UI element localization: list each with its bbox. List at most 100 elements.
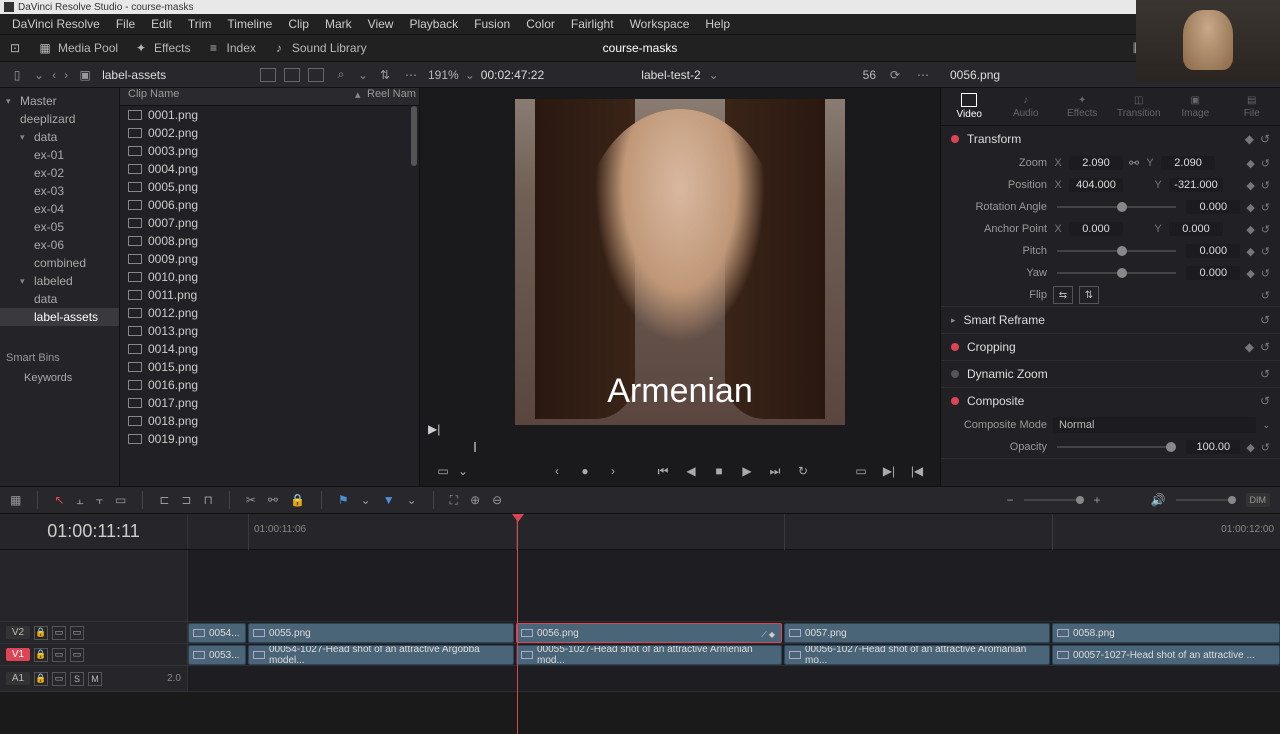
- zoom-in-icon[interactable]: +: [1094, 493, 1101, 507]
- selection-tool-icon[interactable]: ↖: [54, 493, 64, 507]
- clip-row[interactable]: 0006.png: [120, 196, 419, 214]
- nav-back-icon[interactable]: ‹: [52, 68, 56, 82]
- timeline-chevron-icon[interactable]: ⌄: [709, 68, 719, 82]
- blade-icon[interactable]: ✂: [246, 493, 256, 507]
- step-back2-icon[interactable]: |◀: [908, 462, 926, 480]
- lock-track-icon[interactable]: 🔒: [34, 672, 48, 686]
- crop-chevron-icon[interactable]: ⌄: [458, 464, 468, 478]
- disable-track-icon[interactable]: ▭: [70, 626, 84, 640]
- effects-button[interactable]: Effects: [154, 41, 190, 55]
- pos-y-input[interactable]: -321.000: [1169, 178, 1223, 192]
- chevron-down-icon[interactable]: ⌄: [34, 68, 44, 82]
- clip-row[interactable]: 0015.png: [120, 358, 419, 376]
- clip-row[interactable]: 0011.png: [120, 286, 419, 304]
- clip-row[interactable]: 0013.png: [120, 322, 419, 340]
- lock-track-icon[interactable]: 🔒: [34, 648, 48, 662]
- yaw-input[interactable]: 0.000: [1186, 266, 1240, 280]
- rotation-input[interactable]: 0.000: [1186, 200, 1240, 214]
- zoom-fit-icon[interactable]: ⛶: [450, 493, 458, 508]
- clip-row[interactable]: 0007.png: [120, 214, 419, 232]
- menu-file[interactable]: File: [108, 17, 143, 31]
- smart-bins-keywords[interactable]: Keywords: [6, 368, 113, 384]
- track-header-v1[interactable]: V1 🔒 ▭ ▭: [0, 644, 187, 666]
- pos-x-input[interactable]: 404.000: [1069, 178, 1123, 192]
- media-pool-button[interactable]: Media Pool: [58, 41, 118, 55]
- keyframe-icon[interactable]: ◆: [1245, 340, 1254, 354]
- col-clip-name[interactable]: Clip Name: [120, 88, 355, 105]
- keyframe-icon[interactable]: ◆: [1246, 201, 1254, 214]
- keyframe-icon[interactable]: ◆: [1245, 132, 1254, 146]
- tree-labeled[interactable]: ▾labeled: [0, 272, 119, 290]
- clip-list-scrollbar[interactable]: [411, 106, 417, 166]
- section-composite[interactable]: Composite↺: [941, 388, 1280, 414]
- reset-icon[interactable]: ↺: [1260, 367, 1270, 381]
- chevron-down-icon[interactable]: ⌄: [407, 493, 417, 507]
- menu-help[interactable]: Help: [697, 17, 738, 31]
- crop-icon[interactable]: ▭: [434, 462, 452, 480]
- clip-row[interactable]: 0003.png: [120, 142, 419, 160]
- flip-v-button[interactable]: ⇅: [1079, 286, 1099, 304]
- view-thumb-icon[interactable]: [260, 68, 276, 82]
- tree-ex-02[interactable]: ex-02: [0, 164, 119, 182]
- view-list-icon[interactable]: [308, 68, 324, 82]
- track-header-a1[interactable]: A1 🔒 ▭ S M 2.0: [0, 666, 187, 692]
- clip-row[interactable]: 0001.png: [120, 106, 419, 124]
- reset-icon[interactable]: ↺: [1260, 340, 1270, 354]
- keyframe-icon[interactable]: ◆: [1246, 223, 1254, 236]
- reset-icon[interactable]: ↺: [1261, 441, 1270, 454]
- clip-row[interactable]: 0018.png: [120, 412, 419, 430]
- clip-row[interactable]: 0005.png: [120, 178, 419, 196]
- col-reel-name[interactable]: Reel Nam: [367, 88, 419, 105]
- playhead-icon[interactable]: [512, 514, 524, 522]
- transform-enable-dot[interactable]: [951, 135, 959, 143]
- trim-tool-icon[interactable]: ⫠: [76, 493, 83, 508]
- clip-row[interactable]: 0008.png: [120, 232, 419, 250]
- rotation-slider[interactable]: [1057, 206, 1176, 208]
- insert-icon[interactable]: ⊏: [159, 493, 169, 507]
- tree-master[interactable]: ▾Master: [0, 92, 119, 110]
- menu-workspace[interactable]: Workspace: [622, 17, 698, 31]
- keyframe-icon[interactable]: ◆: [1246, 441, 1254, 454]
- tab-image[interactable]: ▣Image: [1167, 88, 1224, 125]
- opacity-input[interactable]: 100.00: [1186, 440, 1240, 454]
- last-frame-icon[interactable]: ⏭: [766, 462, 784, 480]
- section-smart-reframe[interactable]: ▸Smart Reframe↺: [941, 307, 1280, 333]
- tree-label-assets[interactable]: label-assets: [0, 308, 119, 326]
- timeline-timecode[interactable]: 01:00:11:11: [0, 514, 188, 549]
- lock-icon[interactable]: 🔒: [290, 493, 305, 507]
- track-v2[interactable]: 0054...0055.png0056.png⟋◆0057.png0058.pn…: [188, 622, 1280, 644]
- clip-row[interactable]: 0010.png: [120, 268, 419, 286]
- menu-timeline[interactable]: Timeline: [219, 17, 280, 31]
- tab-effects[interactable]: ✦Effects: [1054, 88, 1111, 125]
- menu-clip[interactable]: Clip: [280, 17, 317, 31]
- expand-icon[interactable]: ⊡: [8, 41, 22, 55]
- reset-icon[interactable]: ↺: [1261, 179, 1270, 192]
- tab-audio[interactable]: ♪Audio: [998, 88, 1055, 125]
- pitch-slider[interactable]: [1057, 250, 1176, 252]
- tree-data[interactable]: ▾data: [0, 128, 119, 146]
- pitch-input[interactable]: 0.000: [1186, 244, 1240, 258]
- tree-ex-03[interactable]: ex-03: [0, 182, 119, 200]
- timeline-zoom-slider[interactable]: [1024, 499, 1084, 501]
- blade-tool-icon[interactable]: ▭: [115, 493, 126, 507]
- dynamic-trim-icon[interactable]: ⫟: [96, 493, 103, 508]
- disable-track-icon[interactable]: ▭: [70, 648, 84, 662]
- volume-icon[interactable]: 🔊: [1151, 493, 1166, 507]
- solo-icon[interactable]: S: [70, 672, 84, 686]
- composite-enable-dot[interactable]: [951, 397, 959, 405]
- auto-select-icon[interactable]: ▭: [52, 672, 66, 686]
- tree-ex-05[interactable]: ex-05: [0, 218, 119, 236]
- flip-h-button[interactable]: ⇆: [1053, 286, 1073, 304]
- layout-icon[interactable]: ▯: [8, 66, 26, 84]
- overwrite-icon[interactable]: ⊐: [181, 493, 191, 507]
- reset-icon[interactable]: ↺: [1261, 267, 1270, 280]
- tree-ex-01[interactable]: ex-01: [0, 146, 119, 164]
- replace-icon[interactable]: ⊓: [203, 493, 212, 507]
- playhead-line[interactable]: [517, 514, 518, 734]
- lock-track-icon[interactable]: 🔒: [34, 626, 48, 640]
- timeline-clip[interactable]: 00054-1027-Head shot of an attractive Ar…: [248, 645, 514, 665]
- anchor-y-input[interactable]: 0.000: [1169, 222, 1223, 236]
- opacity-slider[interactable]: [1057, 446, 1176, 448]
- composite-mode-select[interactable]: Normal: [1053, 417, 1256, 433]
- chevron-down-icon[interactable]: ⌄: [1262, 420, 1270, 431]
